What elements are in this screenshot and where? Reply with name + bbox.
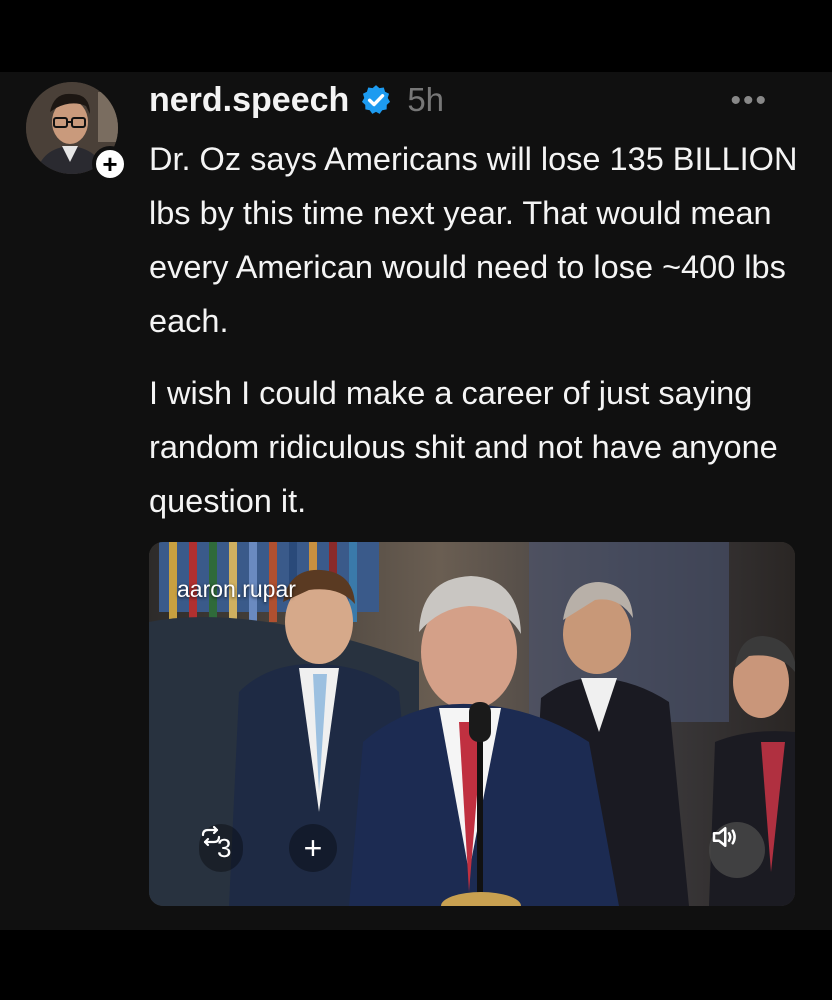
- post-header: nerd.speech 5h: [149, 76, 444, 124]
- video-media[interactable]: aaron.rupar 3 +: [149, 542, 795, 906]
- repost-button[interactable]: 3: [199, 824, 244, 872]
- post-paragraph: Dr. Oz says Americans will lose 135 BILL…: [149, 141, 798, 339]
- username[interactable]: nerd.speech: [149, 81, 349, 120]
- plus-icon: +: [303, 829, 323, 866]
- post-paragraph: I wish I could make a career of just say…: [149, 375, 778, 519]
- more-icon[interactable]: •••: [730, 86, 768, 116]
- thread-post: + nerd.speech 5h ••• Dr. Oz says America…: [0, 72, 832, 930]
- post-body: Dr. Oz says Americans will lose 135 BILL…: [149, 132, 819, 546]
- post-timestamp: 5h: [407, 81, 445, 118]
- follow-button[interactable]: +: [92, 146, 128, 182]
- bottom-bar: [0, 930, 832, 1000]
- watermark: aaron.rupar: [177, 576, 296, 602]
- volume-toggle-button[interactable]: [709, 822, 765, 878]
- plus-icon: +: [102, 149, 118, 179]
- add-button[interactable]: +: [289, 824, 337, 872]
- verified-icon: [359, 83, 393, 117]
